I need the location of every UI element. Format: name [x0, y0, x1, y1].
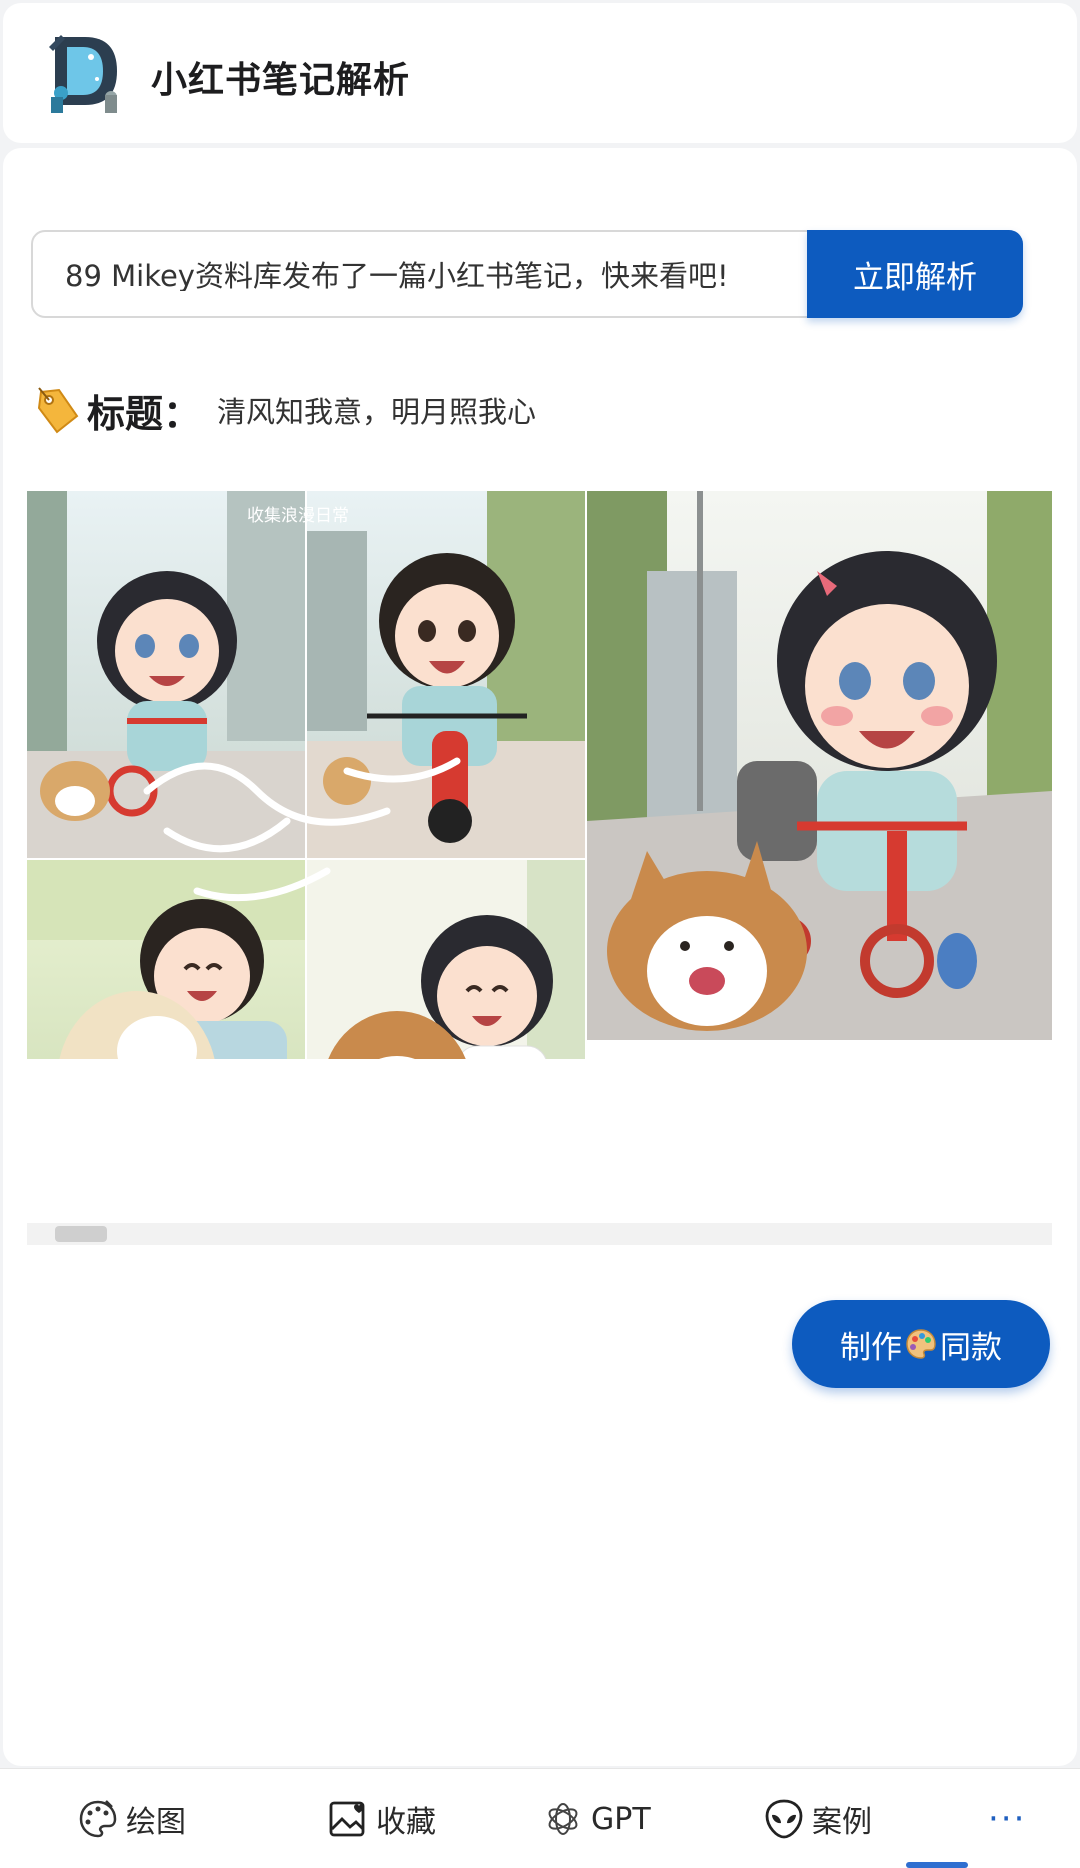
nav-item-favorites[interactable]: 收藏	[326, 1791, 436, 1847]
nav-label-gpt: GPT	[591, 1801, 651, 1837]
make-label-suffix: 同款	[940, 1329, 1002, 1366]
gallery-scrollbar[interactable]	[27, 1223, 1052, 1245]
nav-label-draw: 绘图	[126, 1805, 186, 1840]
anime-girl-tricycle-dog-image[interactable]	[587, 491, 1052, 1040]
openai-icon	[548, 1803, 578, 1835]
nav-item-draw[interactable]: 绘图	[76, 1791, 186, 1847]
nav-label-cases: 案例	[812, 1805, 872, 1840]
home-indicator	[906, 1862, 968, 1868]
image-heart-icon	[329, 1801, 365, 1837]
image-gallery[interactable]: 收集浪漫日常	[27, 491, 1052, 1059]
link-input[interactable]	[65, 257, 809, 291]
anime-children-collage-image[interactable]: 收集浪漫日常	[27, 491, 585, 1059]
nav-item-cases[interactable]: 案例	[762, 1791, 872, 1847]
make-same-style-button[interactable]: 制作 同款	[792, 1300, 1050, 1388]
palette-outline-icon	[79, 1800, 117, 1838]
parse-button[interactable]: 立即解析	[807, 230, 1023, 318]
overlay-caption: 收集浪漫日常	[247, 506, 349, 526]
app-header: 小红书笔记解析	[3, 3, 1077, 143]
label-tag-icon	[37, 387, 79, 434]
more-icon[interactable]: ···	[988, 1791, 1026, 1847]
note-title-row: 标题： 清风知我意，明月照我心	[35, 380, 536, 440]
gallery-scroll-thumb[interactable]	[55, 1226, 107, 1242]
app-title: 小红书笔记解析	[151, 60, 411, 101]
make-label-prefix: 制作	[840, 1329, 902, 1366]
note-title: 清风知我意，明月照我心	[217, 395, 537, 429]
d-splash-logo-icon	[47, 33, 125, 113]
title-label: 标题：	[87, 391, 202, 436]
nav-item-gpt[interactable]: GPT	[541, 1791, 651, 1847]
nav-label-favorites: 收藏	[376, 1805, 436, 1840]
link-input-wrapper[interactable]	[31, 230, 811, 318]
palette-icon	[906, 1329, 936, 1359]
bottom-nav: 绘图 收藏 GPT 案例 ···	[0, 1768, 1080, 1868]
alien-icon	[765, 1799, 803, 1839]
